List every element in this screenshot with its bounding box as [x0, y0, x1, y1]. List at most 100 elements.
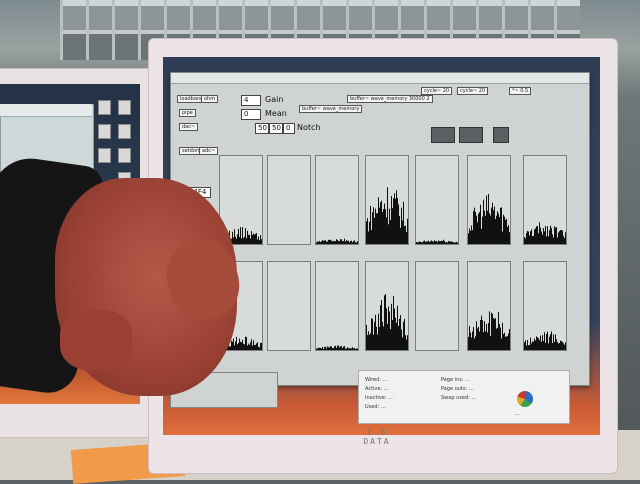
spectrum-bar — [318, 347, 319, 350]
spectrum-plot — [365, 261, 409, 351]
spectrum-bar — [348, 240, 349, 244]
spectrum-bar — [406, 232, 407, 244]
spectrum-bar — [546, 236, 547, 244]
gain-number-box[interactable]: 4 — [241, 95, 261, 106]
max-object[interactable]: *~ 0.5 — [509, 87, 532, 95]
spectrum-bar — [324, 346, 325, 350]
spectrum-bar — [327, 346, 328, 350]
max-object[interactable]: buffer~ wave_memory 30000 2 — [347, 95, 433, 103]
spectrum-bar — [332, 241, 333, 244]
spectrum-bar — [353, 348, 354, 350]
max-object[interactable]: pipe — [179, 109, 196, 117]
spectrum-bar — [474, 207, 475, 244]
speaker-icon[interactable] — [493, 127, 509, 143]
max-patcher-window[interactable]: loadbang ohm pipe dac~ setdomain adc~ 84… — [170, 72, 590, 386]
spectrum-bar — [237, 234, 238, 244]
desktop-file-icon[interactable] — [118, 148, 131, 163]
max-object[interactable]: cycle~ 20 — [421, 87, 453, 95]
notch-number-box[interactable]: 0 — [283, 123, 295, 134]
spectrum-bar — [534, 229, 535, 244]
max-object[interactable]: cycle~ 20 — [457, 87, 489, 95]
spectrum-bar — [241, 238, 242, 244]
spectrum-bar — [494, 206, 495, 244]
spectrum-bar — [476, 215, 477, 244]
spectrum-bar — [355, 242, 356, 244]
spectrum-bar — [387, 187, 388, 244]
spectrum-bar — [325, 346, 326, 350]
left-window-titlebar[interactable] — [0, 104, 92, 117]
spectrum-bar — [339, 241, 340, 244]
spectrum-bar — [319, 347, 320, 350]
spectrum-bar — [334, 346, 335, 350]
spectrum-bar — [530, 337, 531, 350]
spectrum-bar — [255, 233, 256, 244]
spectrum-bar — [387, 323, 388, 350]
spectrum-bar — [547, 331, 548, 350]
spectrum-bar — [366, 324, 367, 350]
spectrum-bar — [385, 294, 386, 350]
spectrum-bar — [500, 327, 501, 350]
spectrum-bar — [473, 211, 474, 244]
desktop-file-icon[interactable] — [98, 148, 111, 163]
spectrum-bar — [508, 333, 509, 350]
spectrum-bar — [444, 240, 445, 244]
max-object[interactable]: dac~ — [179, 123, 199, 131]
spectrum-bar — [233, 237, 234, 244]
spectrum-bar — [389, 208, 390, 244]
spectrum-bar — [497, 211, 498, 244]
spectrum-bar — [353, 240, 354, 244]
spectrum-bar — [542, 335, 543, 350]
patcher-titlebar[interactable] — [171, 73, 589, 84]
spectrum-bar — [471, 337, 472, 350]
spectrum-bar — [371, 318, 372, 350]
spectrum-bar — [531, 229, 532, 244]
desktop-file-icon[interactable] — [98, 124, 111, 139]
spectrum-bar — [563, 235, 564, 244]
max-object[interactable]: ohm — [201, 95, 219, 103]
spectrum-bar — [491, 312, 492, 350]
spectrum-plot — [523, 155, 567, 245]
spectrum-bar — [242, 339, 243, 350]
spectrum-bar — [373, 207, 374, 244]
spectrum-bar — [498, 213, 499, 244]
toggle-button[interactable] — [431, 127, 455, 143]
spectrum-bar — [397, 305, 398, 350]
mean-label: Mean — [265, 109, 287, 118]
spectrum-bar — [370, 333, 371, 350]
notch-number-box[interactable]: 50 — [255, 123, 269, 134]
spectrum-bar — [341, 239, 342, 244]
max-object[interactable]: adc~ — [199, 147, 219, 155]
toggle-button[interactable] — [459, 127, 483, 143]
spectrum-bar — [490, 215, 491, 244]
activity-monitor-panel[interactable]: Wired: ... Active: ... Inactive: ... Use… — [358, 370, 570, 424]
desktop-file-icon[interactable] — [118, 124, 131, 139]
spectrum-bar — [368, 231, 369, 244]
spectrum-plot — [315, 155, 359, 245]
spectrum-bar — [391, 195, 392, 244]
notch-number-box[interactable]: 50 — [269, 123, 283, 134]
desktop-file-icon[interactable] — [118, 100, 131, 115]
memory-stat: Page outs: ... — [441, 386, 474, 392]
spectrum-bar — [256, 343, 257, 350]
spectrum-bar — [385, 209, 386, 244]
mean-number-box[interactable]: 0 — [241, 109, 261, 120]
spectrum-bar — [390, 329, 391, 350]
spectrum-bar — [501, 338, 502, 350]
spectrum-bar — [551, 331, 552, 350]
spectrum-bar — [397, 197, 398, 244]
spectrum-bar — [383, 209, 384, 244]
desktop-file-icon[interactable] — [98, 100, 111, 115]
spectrum-bar — [258, 236, 259, 244]
spectrum-bar — [507, 336, 508, 350]
spectrum-plot — [365, 155, 409, 245]
spectrum-bar — [550, 334, 551, 350]
spectrum-bar — [236, 336, 237, 350]
memory-stat: Wired: ... — [365, 377, 388, 383]
spectrum-bar — [396, 190, 397, 244]
spectrum-bar — [329, 347, 330, 350]
spectrum-bar — [543, 228, 544, 244]
spectrum-bar — [395, 317, 396, 350]
spectrum-bar — [248, 343, 249, 350]
spectrum-bar — [443, 239, 444, 244]
max-object[interactable]: buffer~ wave_memory — [299, 105, 363, 113]
